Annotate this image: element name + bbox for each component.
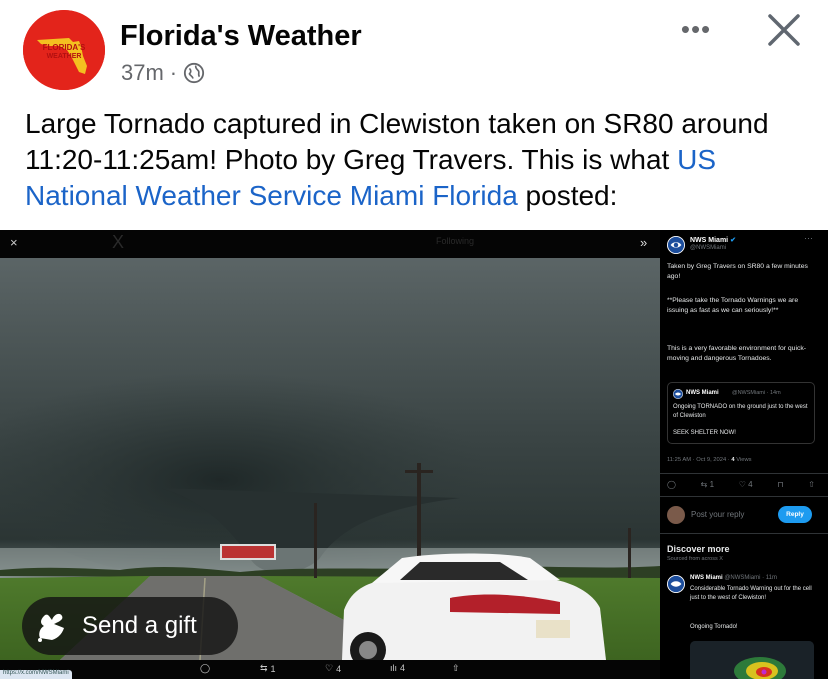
faint-x-logo-icon: X bbox=[112, 232, 125, 252]
post-meta: 37m · bbox=[121, 60, 205, 86]
viewer-share-icon: ⇧ bbox=[452, 663, 460, 673]
bookmark-icon: ⊓ bbox=[777, 480, 784, 489]
reply-input: Post your reply bbox=[691, 510, 745, 519]
caption-text: Large Tornado captured in Clewiston take… bbox=[25, 108, 769, 175]
divider bbox=[660, 473, 828, 474]
svg-text:FLORIDA'S: FLORIDA'S bbox=[43, 43, 86, 52]
tweet-timestamp: 11:25 AM · Oct 9, 2024 · 4 Views bbox=[667, 457, 752, 463]
quoted-name: NWS Miami bbox=[686, 390, 719, 396]
following-label: Following bbox=[436, 236, 475, 246]
quoted-avatar bbox=[673, 389, 683, 399]
viewer-retweet-icon: ⇆ 1 bbox=[260, 663, 276, 674]
nws-avatar bbox=[667, 236, 685, 254]
post-timestamp[interactable]: 37m bbox=[121, 60, 164, 86]
discover-post-text: Considerable Tornado Warning out for the… bbox=[690, 586, 812, 601]
reply-icon: ◯ bbox=[667, 480, 676, 489]
discover-post-header: NWS Miami @NWSMiami · 11m bbox=[690, 575, 777, 581]
expand-chevron-icon: » bbox=[640, 235, 648, 250]
viewer-close-icon: × bbox=[10, 235, 18, 250]
discover-post-text-2: Ongoing Tornado! bbox=[690, 624, 738, 630]
tweet-author-name: NWS Miami ✔ bbox=[690, 237, 736, 244]
tweet-line-3: This is a very favorable environment for… bbox=[667, 345, 807, 362]
radar-image bbox=[690, 641, 814, 679]
meta-separator: · bbox=[169, 60, 178, 85]
viewer-like-count: 4 bbox=[336, 663, 342, 674]
svg-text:WEATHER: WEATHER bbox=[47, 53, 82, 60]
tweet-sidebar: NWS Miami ✔ @NWSMiami ··· Taken by Greg … bbox=[660, 230, 828, 679]
tweet-actions: ◯ ⇆ 1 ♡ 4 ⊓ ⇧ bbox=[667, 480, 815, 489]
quoted-line-2: SEEK SHELTER NOW! bbox=[673, 430, 736, 436]
page-avatar[interactable]: FLORIDA'S WEATHER bbox=[23, 10, 105, 90]
globe-icon[interactable] bbox=[183, 62, 205, 84]
viewer-like-icon: ♡ 4 bbox=[325, 663, 342, 674]
divider bbox=[660, 533, 828, 534]
like-icon: ♡ 4 bbox=[738, 480, 753, 489]
gift-icon bbox=[38, 613, 64, 642]
close-icon[interactable] bbox=[760, 6, 808, 54]
reply-button: Reply bbox=[778, 506, 812, 523]
viewer-views-icon: ılı 4 bbox=[390, 663, 406, 673]
share-icon: ⇧ bbox=[808, 480, 815, 489]
page-name[interactable]: Florida's Weather bbox=[120, 20, 362, 53]
quoted-handle: @NWSMiami · 14m bbox=[732, 390, 781, 396]
quoted-tweet: NWS Miami @NWSMiami · 14m Ongoing TORNAD… bbox=[667, 382, 815, 444]
tweet-line-2: **Please take the Tornado Warnings we ar… bbox=[667, 297, 799, 314]
viewer-topbar: × X Following » bbox=[0, 230, 660, 258]
tweet-more-icon: ··· bbox=[804, 233, 813, 243]
tweet-author-handle: @NWSMiami bbox=[690, 245, 727, 251]
discover-subtitle: Sourced from across X bbox=[667, 556, 723, 562]
url-chip: https://x.com/NWSMiami bbox=[0, 670, 72, 679]
post-caption: Large Tornado captured in Clewiston take… bbox=[25, 106, 815, 214]
tweet-line-1: Taken by Greg Travers on SR80 a few minu… bbox=[667, 263, 808, 280]
viewer-avatar bbox=[667, 506, 685, 524]
retweet-icon: ⇆ 1 bbox=[700, 480, 715, 489]
caption-end: posted: bbox=[517, 180, 618, 211]
quoted-line-1: Ongoing TORNADO on the ground just to th… bbox=[673, 404, 808, 419]
divider bbox=[660, 496, 828, 497]
viewer-action-bar: ◯ ⇆ 1 ♡ 4 ılı 4 ⇧ bbox=[0, 660, 660, 679]
viewer-views-count: 4 bbox=[400, 663, 406, 673]
discover-title: Discover more bbox=[667, 544, 730, 554]
send-gift-button[interactable]: Send a gift bbox=[22, 597, 238, 655]
viewer-reply-icon: ◯ bbox=[200, 663, 211, 673]
viewer-retweet-count: 1 bbox=[270, 663, 276, 674]
more-options-icon[interactable]: ••• bbox=[676, 14, 716, 44]
send-gift-label: Send a gift bbox=[82, 612, 197, 639]
discover-avatar bbox=[667, 575, 685, 593]
